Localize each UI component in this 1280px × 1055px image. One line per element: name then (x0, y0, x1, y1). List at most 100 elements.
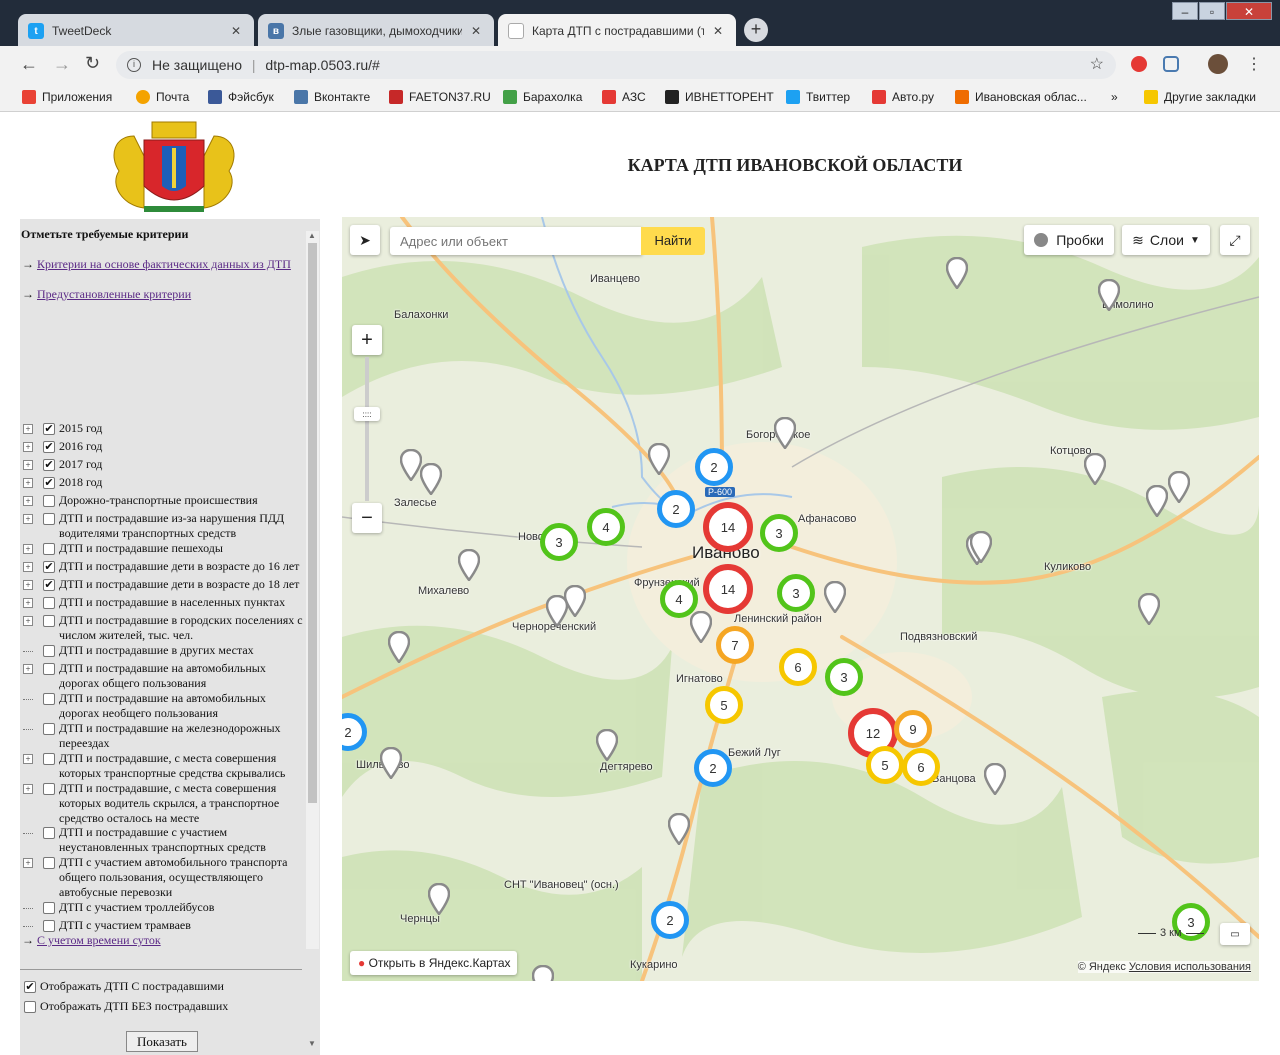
checkbox[interactable] (43, 597, 55, 609)
criterion-item[interactable]: + ДТП с участием автомобильного транспорт… (23, 855, 308, 900)
option-without-injured[interactable]: Отображать ДТП БЕЗ пострадавших (24, 999, 228, 1014)
checkbox[interactable] (43, 645, 55, 657)
expand-icon[interactable]: + (23, 442, 33, 452)
address-bar[interactable]: i Не защищено | dtp-map.0503.ru/# ☆ (116, 51, 1116, 79)
criterion-item[interactable]: ДТП и пострадавшие на автомобильных доро… (23, 691, 308, 721)
panel-scrollbar[interactable]: ▲ (306, 231, 319, 949)
bookmark-facebook[interactable]: Фэйсбук (208, 90, 274, 104)
checkbox[interactable]: ✔ (43, 561, 55, 573)
checkbox[interactable] (43, 693, 55, 705)
bookmark-other[interactable]: Другие закладки (1144, 90, 1256, 104)
terms-link[interactable]: Условия использования (1129, 961, 1251, 973)
expand-icon[interactable]: + (23, 496, 33, 506)
criterion-item[interactable]: + ✔ 2017 год (23, 457, 308, 472)
close-icon[interactable]: ✕ (468, 24, 484, 38)
checkbox[interactable]: ✔ (24, 980, 36, 993)
accident-pin-icon[interactable] (1084, 453, 1106, 485)
info-icon[interactable]: i (127, 58, 141, 72)
accident-cluster[interactable]: 7 (716, 626, 754, 664)
accident-cluster[interactable]: 5 (866, 746, 904, 784)
accident-cluster[interactable]: 3 (825, 658, 863, 696)
accident-cluster[interactable]: 2 (651, 901, 689, 939)
criterion-item[interactable]: ДТП и пострадавшие в других местах (23, 643, 308, 658)
adblock-icon[interactable] (1131, 56, 1147, 72)
expand-icon[interactable]: + (23, 544, 33, 554)
expand-icon[interactable]: + (23, 562, 33, 572)
accident-pin-icon[interactable] (596, 729, 618, 761)
expand-icon[interactable]: + (23, 514, 33, 524)
accident-cluster[interactable]: 14 (703, 564, 753, 614)
bookmark-twitter[interactable]: Твиттер (786, 90, 850, 104)
accident-pin-icon[interactable] (984, 763, 1006, 795)
accident-pin-icon[interactable] (824, 581, 846, 613)
checkbox[interactable]: ✔ (43, 459, 55, 471)
criterion-item[interactable]: + Дорожно-транспортные происшествия (23, 493, 308, 508)
scroll-up-icon[interactable]: ▲ (308, 231, 316, 240)
criterion-item[interactable]: + ✔ 2016 год (23, 439, 308, 454)
checkbox[interactable] (24, 1000, 36, 1013)
accident-cluster[interactable]: 6 (779, 648, 817, 686)
expand-icon[interactable]: + (23, 478, 33, 488)
option-with-injured[interactable]: ✔ Отображать ДТП С пострадавшими (24, 979, 224, 994)
checkbox[interactable]: ✔ (43, 423, 55, 435)
accident-pin-icon[interactable] (648, 443, 670, 475)
checkbox[interactable] (43, 783, 55, 795)
accident-cluster[interactable]: 4 (587, 508, 625, 546)
extension-icon[interactable] (1163, 56, 1179, 72)
expand-icon[interactable]: + (23, 580, 33, 590)
bookmark-ivnettorrent[interactable]: ИВНЕТТОРЕНТ (665, 90, 774, 104)
accident-cluster[interactable]: 2 (657, 490, 695, 528)
criterion-item[interactable]: ДТП и пострадавшие на железнодорожных пе… (23, 721, 308, 751)
zoom-out-button[interactable]: − (352, 503, 382, 533)
criterion-item[interactable]: + ДТП и пострадавшие на автомобильных дор… (23, 661, 308, 691)
avatar[interactable] (1208, 54, 1228, 74)
checkbox[interactable] (43, 827, 55, 839)
expand-icon[interactable]: + (23, 598, 33, 608)
close-icon[interactable]: ✕ (710, 24, 726, 38)
criterion-item[interactable]: + ДТП и пострадавшие из-за нарушения ПДД … (23, 511, 308, 541)
zoom-slider-handle[interactable]: :::: (354, 407, 380, 421)
accident-pin-icon[interactable] (458, 549, 480, 581)
new-tab-button[interactable]: + (744, 18, 768, 42)
back-icon[interactable]: ← (20, 54, 38, 75)
expand-icon[interactable]: + (23, 616, 33, 626)
checkbox[interactable]: ✔ (43, 441, 55, 453)
tab-dtp-map[interactable]: Карта ДТП с пострадавшими (то ✕ (498, 14, 736, 46)
expand-icon[interactable]: + (23, 424, 33, 434)
criterion-item[interactable]: + ДТП и пострадавшие, с места совершения … (23, 781, 308, 826)
checkbox[interactable] (43, 920, 55, 932)
accident-pin-icon[interactable] (380, 747, 402, 779)
bookmark-vk[interactable]: Вконтакте (294, 90, 370, 104)
accident-pin-icon[interactable] (668, 813, 690, 845)
accident-cluster[interactable]: 5 (705, 686, 743, 724)
geolocation-button[interactable]: ➤ (350, 225, 380, 255)
accident-cluster[interactable]: 14 (703, 502, 753, 552)
checkbox[interactable] (43, 857, 55, 869)
layers-button[interactable]: ≋ Слои ▼ (1122, 225, 1210, 255)
bookmark-apps[interactable]: Приложения (22, 90, 112, 104)
star-icon[interactable]: ☆ (1090, 51, 1104, 79)
accident-pin-icon[interactable] (564, 585, 586, 617)
accident-pin-icon[interactable] (1146, 485, 1168, 517)
accident-pin-icon[interactable] (1138, 593, 1160, 625)
checkbox[interactable] (43, 723, 55, 735)
criterion-item[interactable]: ДТП с участием трамваев (23, 918, 308, 933)
close-window-button[interactable]: ✕ (1226, 2, 1272, 20)
accident-cluster[interactable]: 2 (694, 749, 732, 787)
expand-icon[interactable]: + (23, 664, 33, 674)
criterion-item[interactable]: ДТП с участием троллейбусов (23, 900, 308, 915)
tab-vk[interactable]: в Злые газовщики, дымоходчики ✕ (258, 14, 494, 46)
criterion-item[interactable]: + ✔ 2015 год (23, 421, 308, 436)
bookmark-baraholka[interactable]: Барахолка (503, 90, 582, 104)
traffic-button[interactable]: Пробки (1024, 225, 1114, 255)
link-time-of-day[interactable]: С учетом времени суток (37, 933, 161, 947)
tab-tweetdeck[interactable]: t TweetDeck ✕ (18, 14, 254, 46)
zoom-slider-track[interactable] (365, 357, 369, 501)
scroll-down-icon[interactable]: ▼ (308, 1039, 316, 1048)
criterion-item[interactable]: + ДТП и пострадавшие пешеходы (23, 541, 308, 556)
bookmarks-more[interactable]: » (1111, 90, 1118, 104)
menu-dots-icon[interactable]: ⋮ (1246, 54, 1262, 74)
criterion-item[interactable]: + ✔ 2018 год (23, 475, 308, 490)
accident-pin-icon[interactable] (946, 257, 968, 289)
criterion-item[interactable]: + ДТП и пострадавшие в населенных пунктах (23, 595, 308, 610)
